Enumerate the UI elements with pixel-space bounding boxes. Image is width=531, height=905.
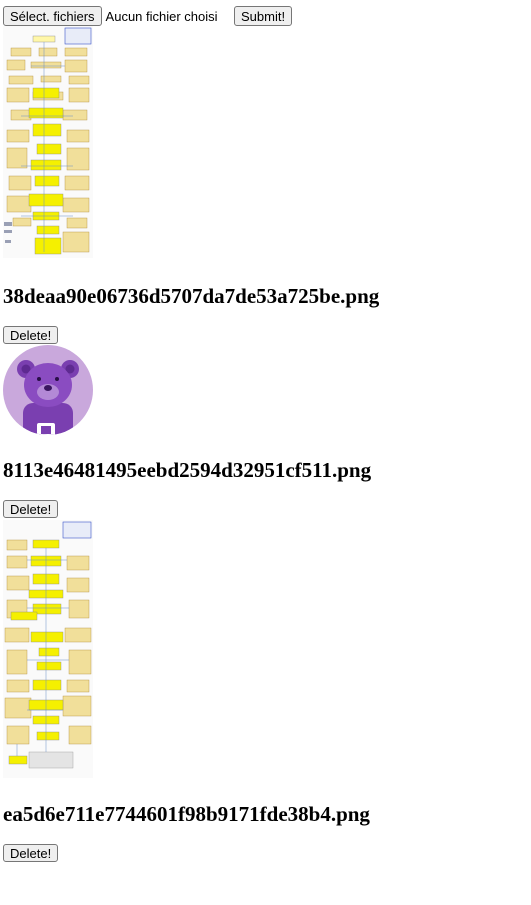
flowchart-diagram-icon bbox=[3, 520, 93, 778]
file-name-1: 38deaa90e06736d5707da7de53a725be.png bbox=[3, 284, 380, 308]
submit-button[interactable]: Submit! bbox=[234, 6, 293, 26]
file-upload-control[interactable]: Sélect. fichiers Aucun fichier choisi bbox=[3, 6, 218, 26]
delete-button-1[interactable]: Delete! bbox=[3, 326, 59, 344]
file-thumbnail-1 bbox=[3, 26, 93, 258]
file-name-2: 8113e46481495eebd2594d32951cf511.png bbox=[3, 458, 372, 482]
file-thumbnail-3 bbox=[3, 520, 93, 778]
purple-bear-avatar-icon bbox=[3, 345, 93, 435]
file-thumbnail-2 bbox=[3, 345, 93, 435]
delete-button-3[interactable]: Delete! bbox=[3, 844, 59, 862]
file-name-3: ea5d6e711e7744601f98b9171fde38b4.png bbox=[3, 802, 370, 826]
flowchart-diagram-icon bbox=[3, 26, 93, 258]
choose-files-button[interactable]: Sélect. fichiers bbox=[3, 6, 102, 26]
file-status-text: Aucun fichier choisi bbox=[105, 8, 218, 24]
delete-button-2[interactable]: Delete! bbox=[3, 500, 59, 518]
